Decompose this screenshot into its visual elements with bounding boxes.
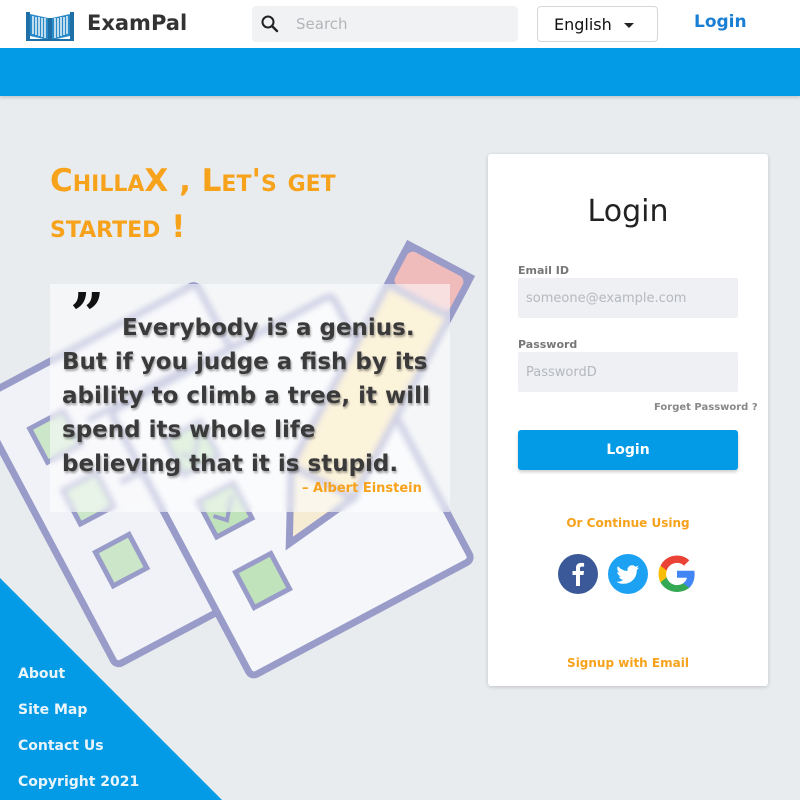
quote-author: – Albert Einstein bbox=[302, 481, 422, 496]
quote-text: Everybody is a genius. But if you judge … bbox=[62, 311, 442, 481]
twitter-icon[interactable] bbox=[608, 554, 648, 594]
footer-link-about[interactable]: About bbox=[18, 663, 139, 699]
facebook-icon[interactable] bbox=[558, 554, 598, 594]
language-label: English bbox=[554, 15, 612, 34]
blue-banner bbox=[0, 48, 800, 96]
login-card: Login Email ID Password Forget Password … bbox=[488, 154, 768, 686]
quote-body: Everybody is a genius. But if you judge … bbox=[62, 315, 430, 477]
signup-email-link[interactable]: Signup with Email bbox=[488, 656, 768, 670]
email-label: Email ID bbox=[518, 264, 569, 277]
footer-link-contact-us[interactable]: Contact Us bbox=[18, 735, 139, 771]
search-bar[interactable] bbox=[252, 6, 518, 42]
password-label: Password bbox=[518, 338, 578, 351]
password-field[interactable] bbox=[518, 352, 738, 392]
header-login-link[interactable]: Login bbox=[694, 12, 747, 32]
search-input[interactable] bbox=[296, 6, 506, 42]
forgot-password-link[interactable]: Forget Password ? bbox=[654, 402, 758, 413]
brand-name[interactable]: ExamPal bbox=[87, 11, 187, 35]
chevron-down-icon bbox=[624, 23, 634, 28]
search-icon bbox=[261, 15, 279, 33]
footer-links: About Site Map Contact Us Copyright 2021 bbox=[18, 663, 139, 800]
footer-copyright: Copyright 2021 bbox=[18, 774, 140, 790]
book-logo-icon[interactable] bbox=[24, 6, 76, 42]
footer-link-site-map[interactable]: Site Map bbox=[18, 699, 139, 735]
login-button[interactable]: Login bbox=[518, 430, 738, 470]
or-continue-label: Or Continue Using bbox=[566, 516, 690, 530]
top-header: ExamPal English Login bbox=[0, 0, 800, 48]
login-title: Login bbox=[587, 194, 669, 229]
google-icon[interactable] bbox=[657, 554, 697, 594]
email-field[interactable] bbox=[518, 278, 738, 318]
language-select[interactable]: English bbox=[537, 6, 658, 42]
